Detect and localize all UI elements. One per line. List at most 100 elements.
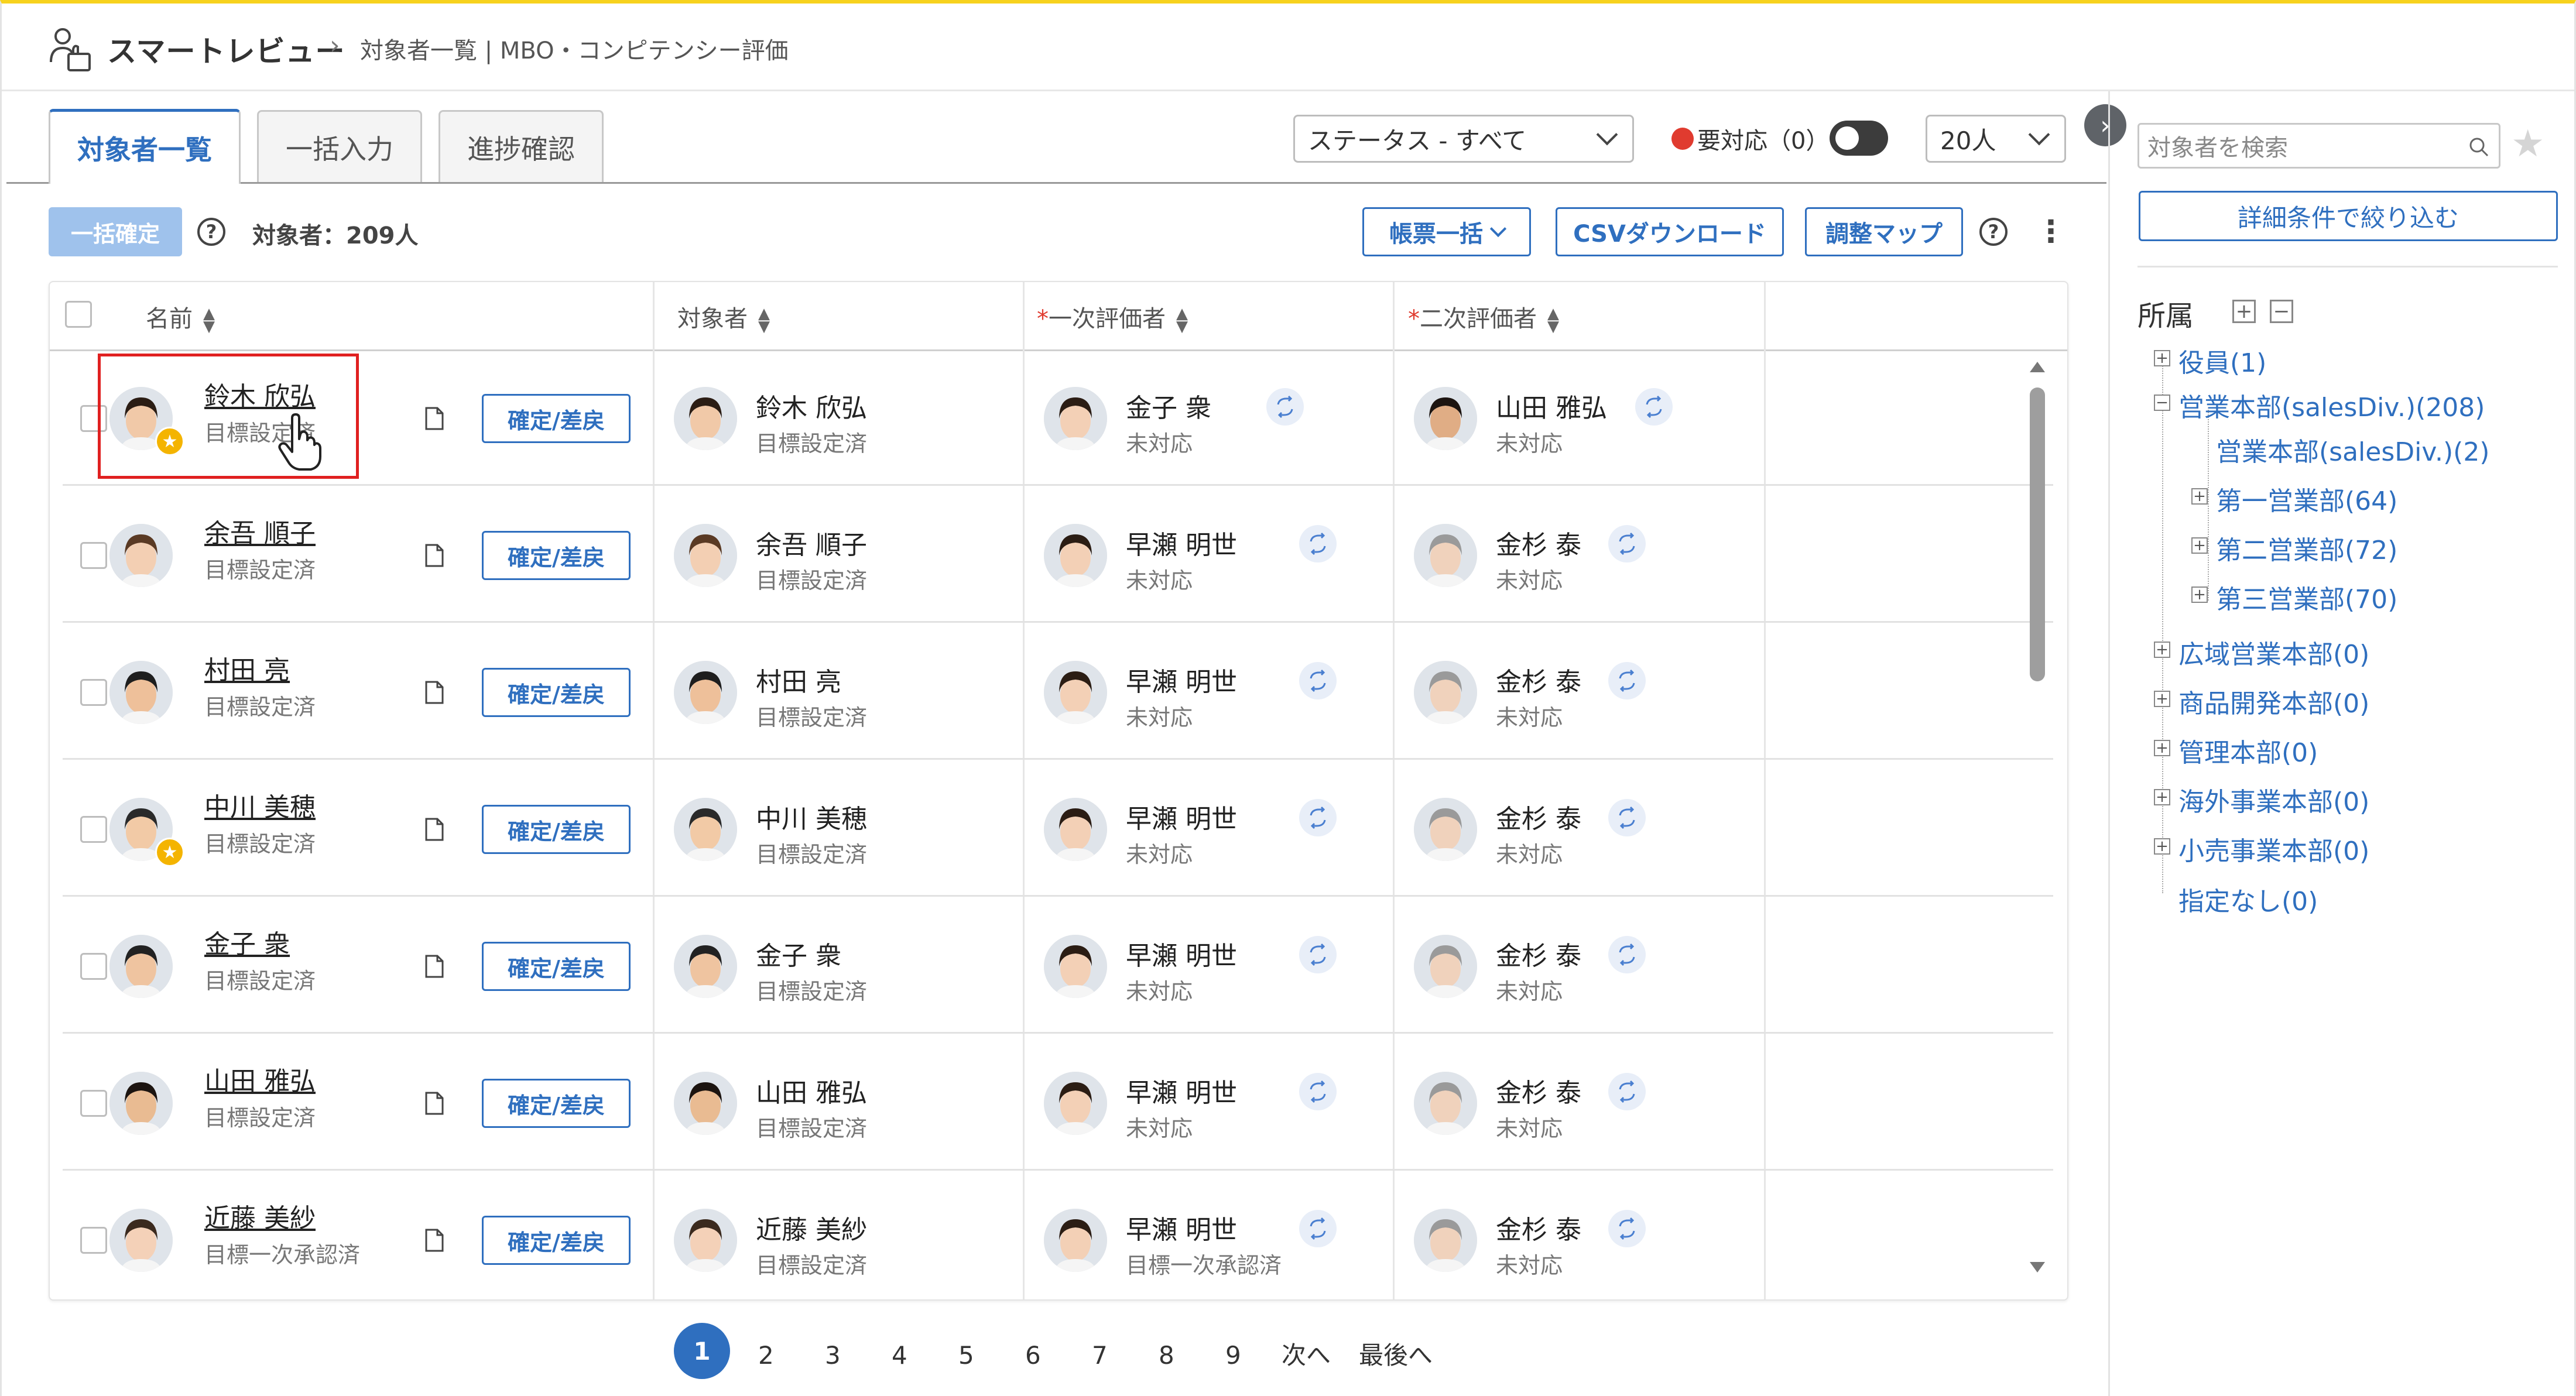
swap-evaluator-icon[interactable] bbox=[1608, 1210, 1646, 1247]
tab-progress[interactable]: 進捗確認 bbox=[439, 110, 604, 183]
page-2-button[interactable]: 2 bbox=[758, 1328, 774, 1384]
expand-all-icon[interactable]: + bbox=[2232, 300, 2256, 323]
expand-icon[interactable]: + bbox=[2154, 789, 2170, 805]
expand-icon[interactable]: + bbox=[2154, 838, 2170, 855]
swap-evaluator-icon[interactable] bbox=[1635, 388, 1673, 426]
swap-evaluator-icon[interactable] bbox=[1299, 936, 1337, 973]
tree-item[interactable]: 第一営業部(64) bbox=[2216, 480, 2397, 517]
expand-icon[interactable]: + bbox=[2154, 350, 2170, 366]
bulk-forms-button[interactable]: 帳票一括 bbox=[1362, 207, 1531, 256]
confirm-return-button[interactable]: 確定/差戻 bbox=[482, 805, 631, 854]
collapse-all-icon[interactable]: − bbox=[2270, 300, 2293, 323]
swap-evaluator-icon[interactable] bbox=[1608, 936, 1646, 973]
expand-icon[interactable]: + bbox=[2191, 488, 2208, 505]
scroll-up-icon[interactable] bbox=[2030, 362, 2045, 372]
bulk-confirm-button[interactable]: 一括確定 bbox=[49, 207, 182, 256]
swap-evaluator-icon[interactable] bbox=[1266, 388, 1304, 426]
confirm-return-button[interactable]: 確定/差戻 bbox=[482, 531, 631, 580]
confirm-return-button[interactable]: 確定/差戻 bbox=[482, 1216, 631, 1265]
tree-item[interactable]: 指定なし(0) bbox=[2178, 880, 2318, 918]
detailed-filter-button[interactable]: 詳細条件で絞り込む bbox=[2139, 191, 2558, 241]
tree-item[interactable]: 管理本部(0) bbox=[2178, 732, 2318, 769]
employee-name-link[interactable]: 村田 亮 bbox=[204, 649, 290, 687]
swap-evaluator-icon[interactable] bbox=[1608, 1073, 1646, 1110]
row-checkbox[interactable] bbox=[80, 1090, 107, 1117]
page-1-button[interactable]: 1 bbox=[674, 1323, 730, 1379]
swap-evaluator-icon[interactable] bbox=[1608, 525, 1646, 562]
expand-icon[interactable]: + bbox=[2191, 537, 2208, 554]
tree-item[interactable]: 営業本部(salesDiv.)(2) bbox=[2216, 431, 2489, 468]
page-4-button[interactable]: 4 bbox=[892, 1328, 907, 1384]
swap-evaluator-icon[interactable] bbox=[1299, 1210, 1337, 1247]
page-size-select[interactable]: 20人 bbox=[1926, 115, 2066, 163]
document-icon[interactable] bbox=[424, 406, 444, 431]
tree-item[interactable]: 広域営業本部(0) bbox=[2178, 633, 2369, 671]
document-icon[interactable] bbox=[424, 1228, 444, 1253]
page-6-button[interactable]: 6 bbox=[1025, 1328, 1041, 1384]
row-checkbox[interactable] bbox=[80, 816, 107, 843]
expand-icon[interactable]: + bbox=[2154, 691, 2170, 707]
tree-item[interactable]: 第二営業部(72) bbox=[2216, 529, 2397, 567]
header-name[interactable]: 名前 ▲ ▼ bbox=[146, 300, 215, 334]
employee-name-link[interactable]: 金子 衆 bbox=[204, 923, 290, 961]
favorite-star-icon[interactable]: ★ bbox=[2511, 125, 2544, 163]
confirm-return-button[interactable]: 確定/差戻 bbox=[482, 1079, 631, 1128]
document-icon[interactable] bbox=[424, 543, 444, 568]
swap-evaluator-icon[interactable] bbox=[1299, 662, 1337, 699]
tab-bulk-input[interactable]: 一括入力 bbox=[257, 110, 422, 183]
swap-evaluator-icon[interactable] bbox=[1299, 799, 1337, 836]
employee-name-link[interactable]: 余吾 順子 bbox=[204, 512, 316, 550]
tree-item[interactable]: 役員(1) bbox=[2178, 342, 2266, 379]
row-checkbox[interactable] bbox=[80, 542, 107, 569]
panel-collapse-button[interactable]: › bbox=[2084, 104, 2126, 146]
document-icon[interactable] bbox=[424, 817, 444, 842]
scroll-down-icon[interactable] bbox=[2030, 1262, 2045, 1272]
expand-icon[interactable]: + bbox=[2191, 586, 2208, 603]
document-icon[interactable] bbox=[424, 680, 444, 705]
expand-icon[interactable]: + bbox=[2154, 740, 2170, 756]
target-search-input[interactable]: 対象者を検索 bbox=[2137, 123, 2500, 169]
more-menu-icon[interactable]: ⋮ bbox=[2036, 214, 2066, 249]
select-all-checkbox[interactable] bbox=[65, 301, 92, 328]
row-checkbox[interactable] bbox=[80, 1227, 107, 1254]
last-page-button[interactable]: 最後へ bbox=[1359, 1328, 1433, 1384]
page-8-button[interactable]: 8 bbox=[1159, 1328, 1174, 1384]
row-checkbox[interactable] bbox=[80, 679, 107, 706]
adjust-map-button[interactable]: 調整マップ bbox=[1805, 207, 1963, 256]
scrollbar-thumb[interactable] bbox=[2030, 387, 2045, 681]
page-3-button[interactable]: 3 bbox=[825, 1328, 841, 1384]
tree-item[interactable]: 営業本部(salesDiv.)(208) bbox=[2178, 386, 2485, 424]
status-select[interactable]: ステータス - すべて bbox=[1293, 115, 1634, 163]
tree-item[interactable]: 小売事業本部(0) bbox=[2178, 830, 2369, 867]
swap-evaluator-icon[interactable] bbox=[1299, 525, 1337, 562]
document-icon[interactable] bbox=[424, 1091, 444, 1116]
tab-target-list[interactable]: 対象者一覧 bbox=[49, 109, 241, 184]
header-second-evaluator[interactable]: *二次評価者 ▲ ▼ bbox=[1408, 300, 1559, 334]
employee-name-link[interactable]: 近藤 美紗 bbox=[204, 1197, 316, 1234]
next-page-button[interactable]: 次へ bbox=[1282, 1328, 1331, 1384]
needs-action-toggle[interactable] bbox=[1830, 121, 1888, 156]
employee-name-link[interactable]: 山田 雅弘 bbox=[204, 1060, 316, 1097]
header-first-evaluator[interactable]: *一次評価者 ▲ ▼ bbox=[1037, 300, 1188, 334]
employee-name-link[interactable]: 中川 美穂 bbox=[204, 786, 316, 824]
confirm-return-button[interactable]: 確定/差戻 bbox=[482, 668, 631, 717]
expand-icon[interactable]: + bbox=[2154, 642, 2170, 658]
row-checkbox[interactable] bbox=[80, 953, 107, 980]
collapse-icon[interactable]: − bbox=[2154, 395, 2170, 411]
csv-download-button[interactable]: CSVダウンロード bbox=[1556, 207, 1784, 256]
page-5-button[interactable]: 5 bbox=[958, 1328, 974, 1384]
swap-evaluator-icon[interactable] bbox=[1299, 1073, 1337, 1110]
swap-evaluator-icon[interactable] bbox=[1608, 662, 1646, 699]
tree-item[interactable]: 第三営業部(70) bbox=[2216, 578, 2397, 616]
page-9-button[interactable]: 9 bbox=[1225, 1328, 1241, 1384]
header-target[interactable]: 対象者 ▲ ▼ bbox=[677, 300, 770, 334]
tree-item[interactable]: 商品開発本部(0) bbox=[2178, 682, 2369, 720]
swap-evaluator-icon[interactable] bbox=[1608, 799, 1646, 836]
page-7-button[interactable]: 7 bbox=[1092, 1328, 1108, 1384]
confirm-return-button[interactable]: 確定/差戻 bbox=[482, 942, 631, 991]
document-icon[interactable] bbox=[424, 954, 444, 979]
search-icon[interactable] bbox=[2468, 136, 2489, 157]
app-title[interactable]: スマートレビュー bbox=[107, 28, 345, 70]
help-icon[interactable]: ? bbox=[197, 218, 225, 246]
tree-item[interactable]: 海外事業本部(0) bbox=[2178, 781, 2369, 818]
